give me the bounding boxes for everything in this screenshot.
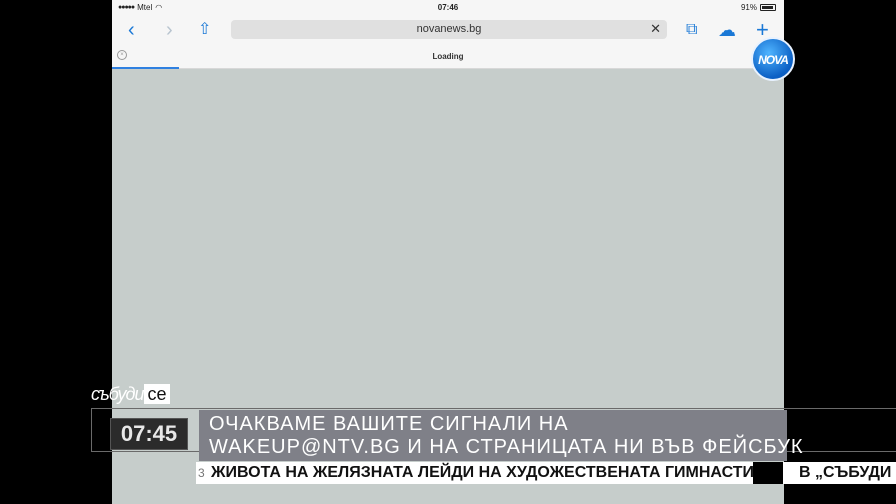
ticker-text-next: В „СЪБУДИ С: [799, 464, 896, 481]
address-text: novanews.bg: [416, 23, 482, 35]
broadcast-time: 07:45: [110, 418, 188, 450]
show-brand: събуди се: [91, 384, 170, 404]
loading-label: Loading: [432, 52, 464, 61]
forward-icon[interactable]: ›: [166, 19, 173, 41]
browser-toolbar: ‹ › ⇧ novanews.bg ✕ ⧉ ☁ +: [112, 16, 784, 46]
address-bar[interactable]: novanews.bg ✕: [231, 20, 667, 39]
status-time: 07:46: [437, 3, 459, 12]
headline-line-2: WAKEUP@NTV.BG И НА СТРАНИЦАТА НИ ВЪВ ФЕЙ…: [209, 436, 804, 458]
battery-percent: 91%: [740, 3, 757, 12]
ticker-separator: [753, 462, 783, 484]
bookmarks-icon[interactable]: ⧉: [686, 19, 697, 41]
headline-line-1: ОЧАКВАМЕ ВАШИТЕ СИГНАЛИ НА: [209, 413, 569, 435]
back-icon[interactable]: ‹: [128, 19, 135, 41]
news-ticker: 3 ЖИВОТА НА ЖЕЛЯЗНАТА ЛЕЙДИ НА ХУДОЖЕСТВ…: [196, 462, 896, 484]
nova-channel-logo: NOVA: [751, 37, 795, 81]
share-icon[interactable]: ⇧: [198, 19, 211, 41]
ticker-text: ЖИВОТА НА ЖЕЛЯЗНАТА ЛЕЙДИ НА ХУДОЖЕСТВЕН…: [211, 464, 776, 481]
lower-third: 07:45 ОЧАКВАМЕ ВАШИТЕ СИГНАЛИ НА WAKEUP@…: [91, 408, 896, 461]
headline-box: ОЧАКВАМЕ ВАШИТЕ СИГНАЛИ НА WAKEUP@NTV.BG…: [199, 410, 803, 461]
clear-icon[interactable]: ✕: [650, 21, 661, 37]
status-bar: ●●●●● Mtel ◠ 07:46 91%: [112, 0, 784, 16]
battery-icon: [760, 4, 776, 11]
tab-bar: × Loading: [112, 46, 784, 69]
cloud-icon[interactable]: ☁: [718, 19, 736, 41]
ticker-bullet: 3: [198, 466, 205, 480]
